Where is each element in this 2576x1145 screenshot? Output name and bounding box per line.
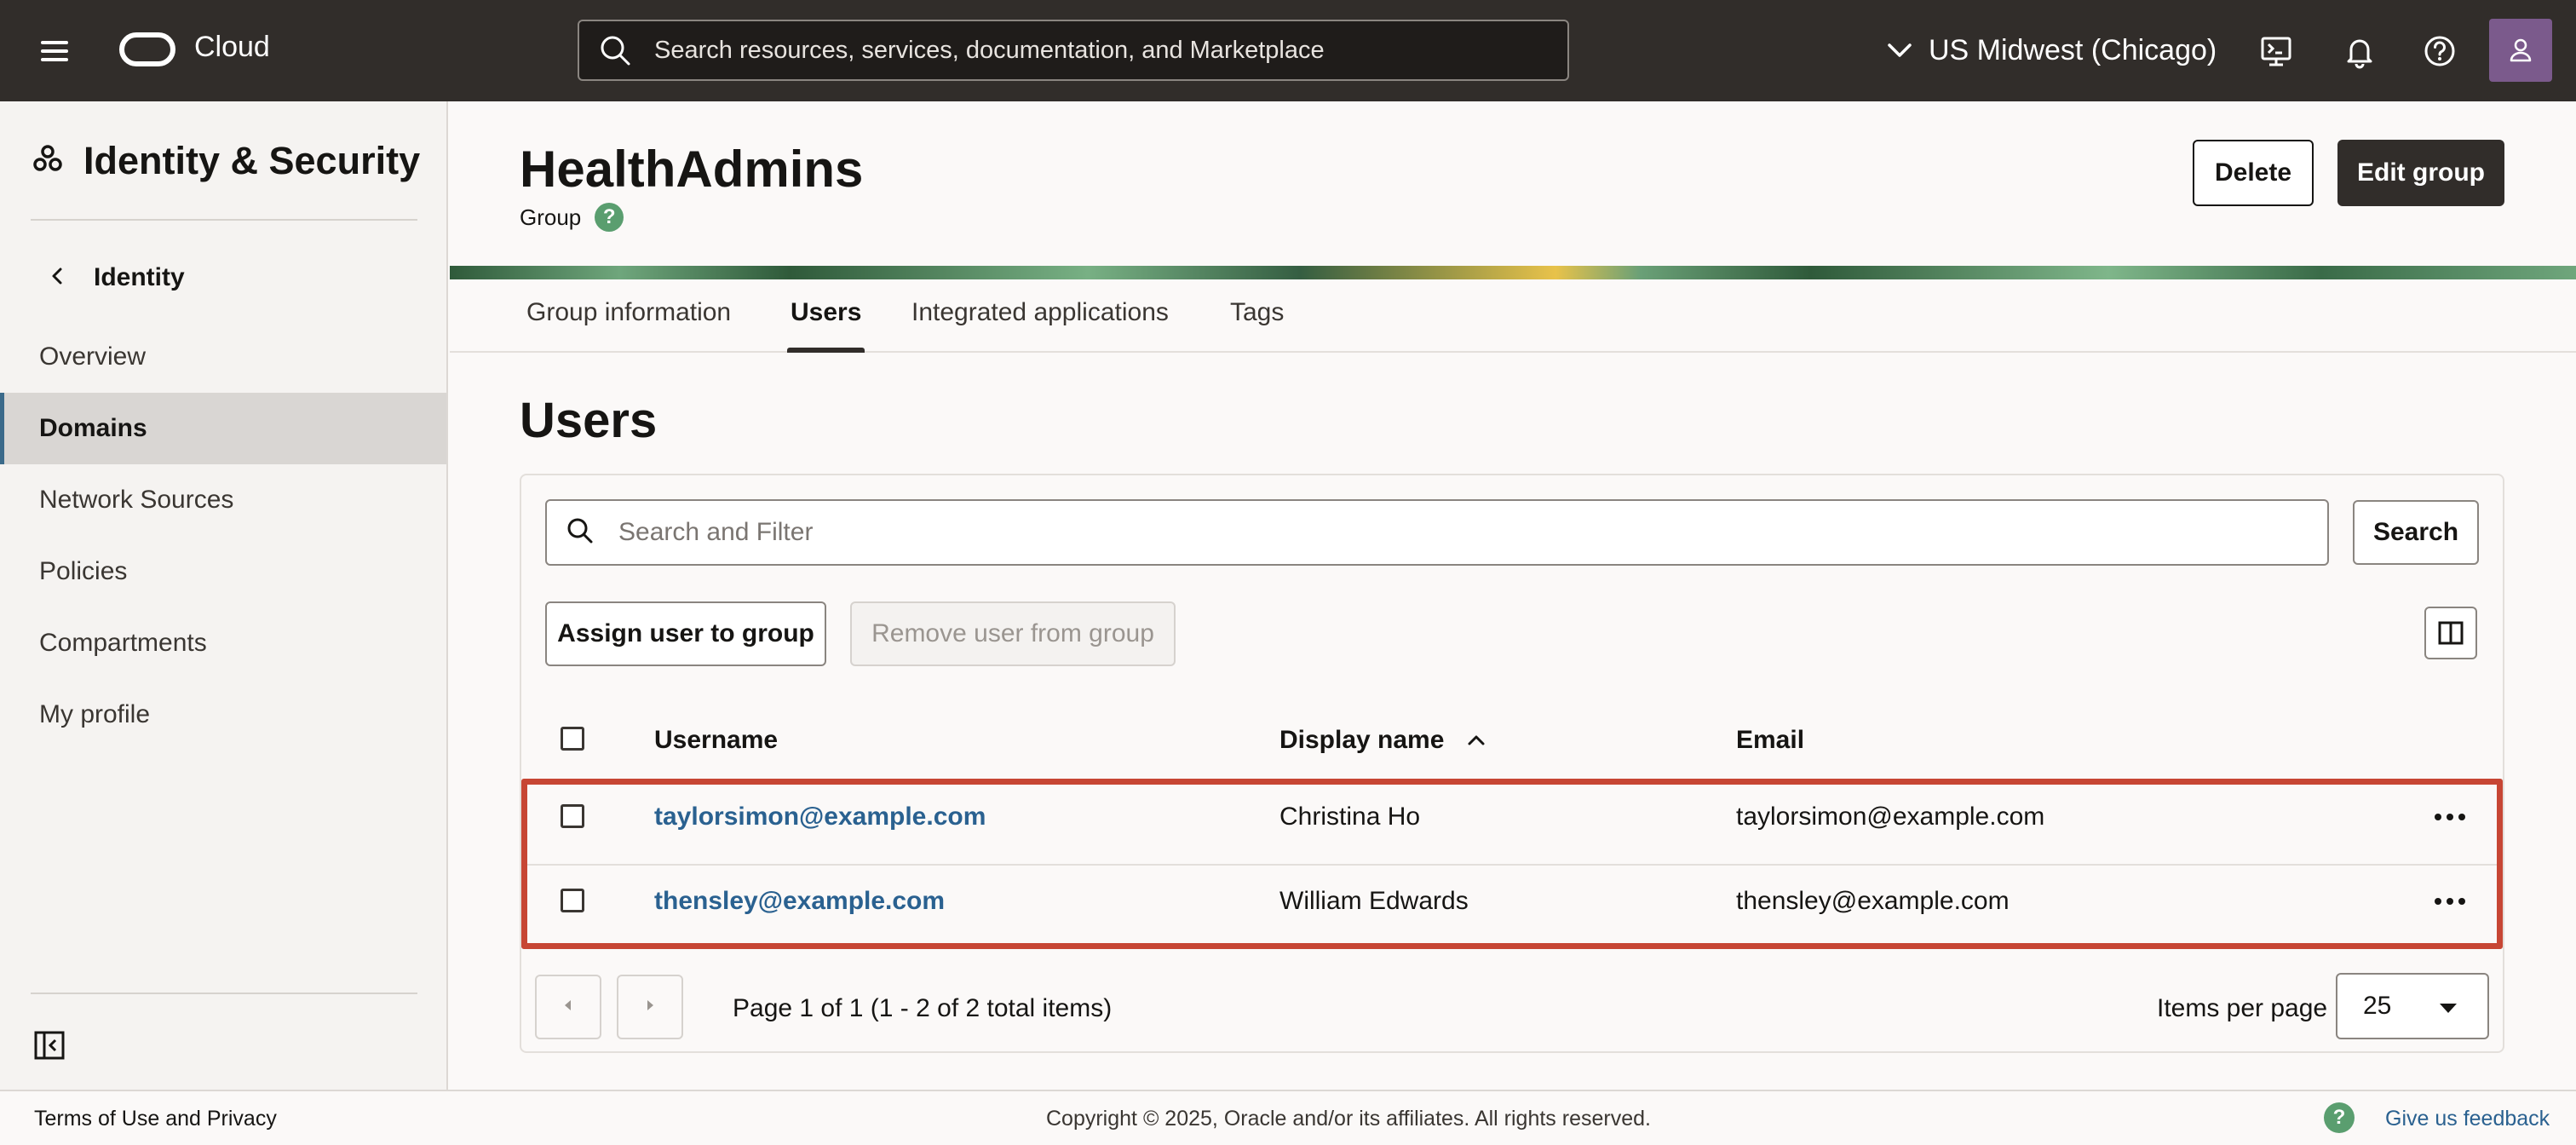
row-checkbox[interactable] (561, 804, 584, 828)
sidebar-item-network-sources[interactable]: Network Sources (0, 464, 446, 536)
search-button[interactable]: Search (2353, 500, 2479, 565)
column-header-username[interactable]: Username (654, 726, 778, 755)
terms-link[interactable]: Terms of Use and Privacy (34, 1107, 277, 1131)
sidebar-item-my-profile[interactable]: My profile (0, 679, 446, 751)
search-icon (598, 32, 635, 69)
tab-tags[interactable]: Tags (1230, 298, 1284, 351)
row-actions-icon[interactable] (2435, 896, 2465, 906)
section-title: Users (520, 393, 658, 448)
sidebar-item-overview[interactable]: Overview (0, 321, 446, 393)
row-actions-icon[interactable] (2435, 812, 2465, 822)
previous-page-button (535, 975, 601, 1039)
row-checkbox[interactable] (561, 889, 584, 912)
help-icon[interactable]: ? (595, 203, 624, 232)
sidebar-item-compartments[interactable]: Compartments (0, 607, 446, 679)
tab-integrated-applications[interactable]: Integrated applications (911, 298, 1169, 351)
row-divider (521, 864, 2503, 866)
footer: Terms of Use and Privacy Copyright © 202… (0, 1090, 2576, 1145)
profile-icon[interactable] (2489, 19, 2552, 82)
page-subtitle: Group ? (520, 203, 624, 232)
delete-button[interactable]: Delete (2193, 140, 2314, 206)
sidebar-item-domains[interactable]: Domains (0, 393, 446, 464)
copyright-text: Copyright © 2025, Oracle and/or its affi… (1046, 1107, 1651, 1131)
resource-type-label: Group (520, 204, 582, 230)
page-title: HealthAdmins (520, 141, 864, 198)
sort-ascending-icon (1466, 730, 1486, 751)
column-header-email[interactable]: Email (1736, 726, 1804, 755)
sidebar: Identity & Security Identity Overview Do… (0, 101, 448, 1090)
tab-users[interactable]: Users (786, 298, 865, 353)
sidebar-divider (31, 993, 417, 994)
bell-icon[interactable] (2339, 31, 2380, 72)
edit-group-button[interactable]: Edit group (2337, 140, 2504, 206)
tab-bar: Group information Users Integrated appli… (450, 279, 2576, 353)
search-filter-placeholder: Search and Filter (618, 518, 814, 546)
sidebar-divider (31, 219, 417, 221)
sidebar-title: Identity & Security (83, 139, 421, 182)
collapse-sidebar-icon[interactable] (32, 1028, 66, 1062)
items-per-page-value: 25 (2363, 992, 2392, 1020)
oracle-logo-icon[interactable] (119, 32, 175, 66)
search-icon (566, 516, 595, 549)
pagination-status: Page 1 of 1 (1 - 2 of 2 total items) (733, 994, 1113, 1022)
username-link[interactable]: taylorsimon@example.com (654, 803, 986, 831)
tab-group-information[interactable]: Group information (526, 298, 731, 351)
remove-user-button: Remove user from group (850, 601, 1176, 666)
sidebar-header: Identity & Security (31, 139, 420, 183)
chevron-left-icon (48, 266, 68, 291)
search-filter-input[interactable]: Search and Filter (545, 499, 2329, 566)
next-page-button (617, 975, 683, 1039)
menu-icon[interactable] (37, 36, 72, 66)
email-cell: taylorsimon@example.com (1736, 803, 2045, 831)
global-search-input[interactable]: Search resources, services, documentatio… (578, 20, 1569, 81)
chevron-down-icon (1884, 35, 1915, 66)
feedback-help-icon[interactable]: ? (2324, 1102, 2355, 1133)
email-cell: thensley@example.com (1736, 887, 2010, 915)
assign-user-button[interactable]: Assign user to group (545, 601, 826, 666)
help-icon[interactable] (2419, 31, 2460, 72)
caret-left-icon (560, 997, 577, 1018)
feedback-link[interactable]: Give us feedback (2385, 1107, 2550, 1131)
header-banner (450, 266, 2576, 279)
sidebar-item-policies[interactable]: Policies (0, 536, 446, 607)
display-name-cell: William Edwards (1279, 887, 1469, 915)
column-header-display-name-label: Display name (1279, 726, 1445, 754)
items-per-page-label: Items per page (2157, 994, 2328, 1022)
global-search-placeholder: Search resources, services, documentatio… (654, 36, 1325, 64)
items-per-page-select[interactable]: 25 (2336, 973, 2489, 1039)
username-link[interactable]: thensley@example.com (654, 887, 945, 916)
identity-security-icon (31, 142, 65, 181)
region-selector[interactable]: US Midwest (Chicago) (1884, 29, 2217, 72)
select-all-checkbox[interactable] (561, 727, 584, 751)
display-name-cell: Christina Ho (1279, 803, 1421, 831)
column-header-display-name[interactable]: Display name (1279, 726, 1486, 755)
sidebar-back-identity[interactable]: Identity (48, 263, 185, 292)
caret-down-icon (2440, 1004, 2457, 1013)
caret-right-icon (641, 997, 658, 1018)
region-label: US Midwest (Chicago) (1929, 33, 2217, 66)
cloud-shell-icon[interactable] (2256, 31, 2297, 72)
top-bar: Cloud Search resources, services, docume… (0, 0, 2576, 101)
brand-label[interactable]: Cloud (194, 31, 270, 64)
columns-icon[interactable] (2424, 607, 2477, 659)
sidebar-back-label: Identity (94, 263, 185, 291)
